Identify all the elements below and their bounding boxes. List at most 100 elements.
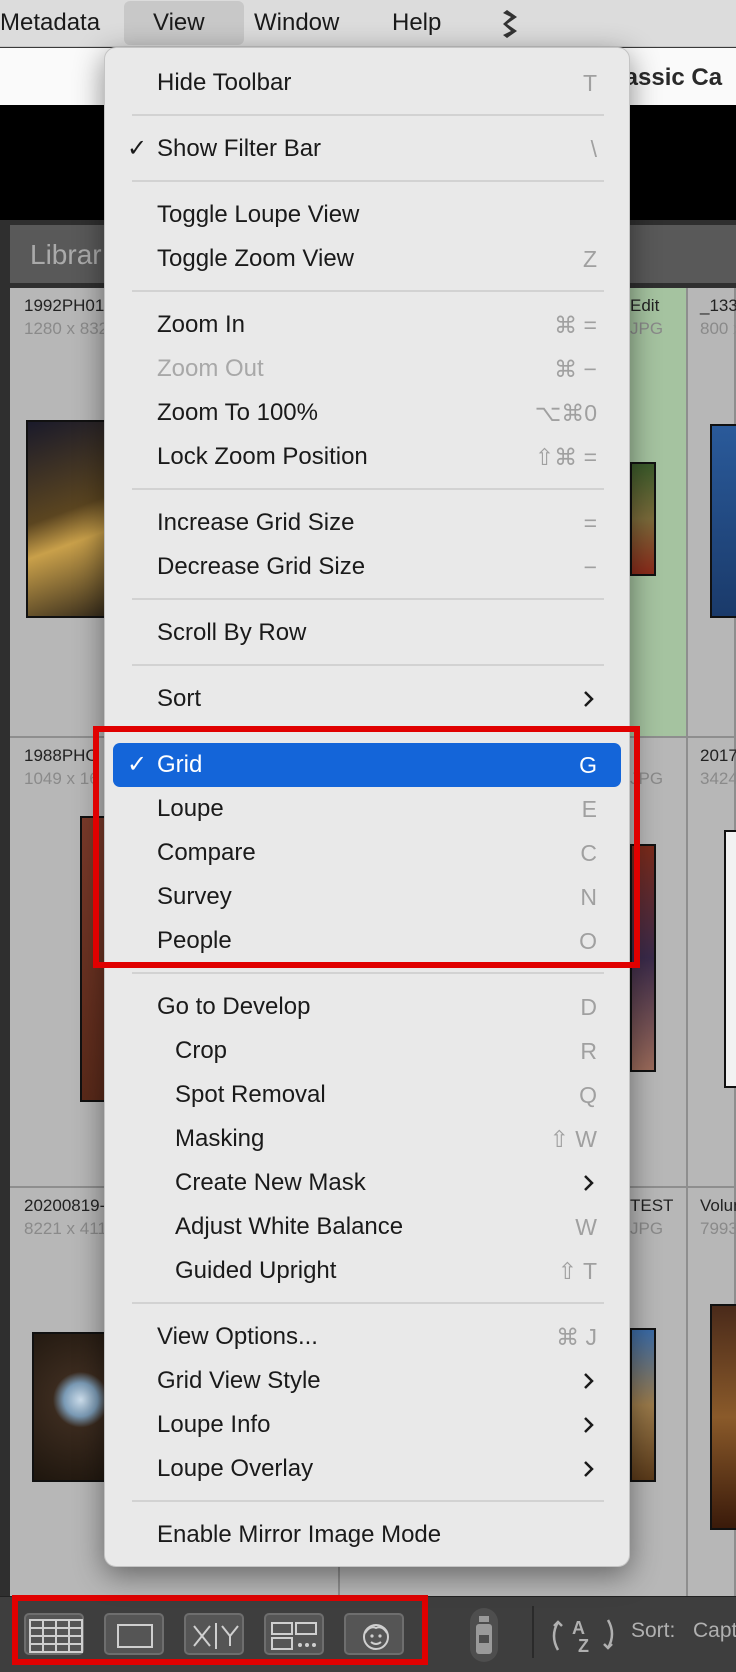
menu-item-label: Hide Toolbar xyxy=(157,69,292,96)
menu-item-scroll-by-row[interactable]: Scroll By Row xyxy=(113,611,621,655)
catalog-title: lassic Ca xyxy=(618,64,723,91)
menu-item-loupe-overlay[interactable]: Loupe Overlay xyxy=(113,1447,621,1491)
menu-item-label: Adjust White Balance xyxy=(175,1213,404,1240)
menu-item-zoom-to-100[interactable]: Zoom To 100% ⌥⌘0 xyxy=(113,391,621,435)
menu-item-lock-zoom-position[interactable]: Lock Zoom Position ⇧⌘ = xyxy=(113,435,621,479)
menubar-window[interactable]: Window xyxy=(254,0,339,47)
menu-item-shortcut: ⇧ W xyxy=(549,1126,597,1152)
library-panel-label: Librar xyxy=(30,239,102,270)
menu-item-label: Scroll By Row xyxy=(157,619,307,646)
cell-dimensions: JPG xyxy=(630,1219,664,1238)
menu-item-create-new-mask[interactable]: Create New Mask xyxy=(113,1161,621,1205)
menu-item-label: Show Filter Bar xyxy=(157,135,322,162)
menu-separator xyxy=(132,1500,604,1502)
menu-item-sort[interactable]: Sort xyxy=(113,677,621,721)
menu-item-toggle-zoom-view[interactable]: Toggle Zoom View Z xyxy=(113,237,621,281)
cell-dimensions: 800 x xyxy=(700,319,736,338)
chevron-right-icon xyxy=(584,691,594,707)
cell-filename: TEST xyxy=(630,1196,674,1215)
svg-text:Z: Z xyxy=(578,1636,589,1656)
cell-filename: 20200819- xyxy=(24,1196,106,1215)
cell-filename: _1330 xyxy=(700,296,736,315)
sort-value[interactable]: Capt xyxy=(693,1619,736,1643)
menu-item-shortcut: D xyxy=(580,994,597,1020)
menu-item-shortcut: − xyxy=(583,554,597,580)
menu-item-label: View Options... xyxy=(157,1323,318,1350)
photo-thumbnail[interactable] xyxy=(630,462,656,576)
photo-thumbnail[interactable] xyxy=(710,424,736,618)
menu-item-label: Loupe Overlay xyxy=(157,1455,314,1482)
sort-az-icon[interactable]: A Z xyxy=(548,1612,618,1658)
chevron-right-icon xyxy=(584,1175,594,1191)
sort-label: Sort: xyxy=(631,1619,676,1642)
menu-item-view-options[interactable]: View Options... ⌘ J xyxy=(113,1315,621,1359)
cell-dimensions: 1280 x 832 xyxy=(24,319,109,338)
menu-separator xyxy=(132,488,604,490)
cell-filename: 1988PHC xyxy=(24,746,98,765)
menu-item-shortcut: Q xyxy=(579,1082,597,1108)
toolbar-separator xyxy=(532,1606,534,1658)
grid-cell[interactable]: 20170 3424 xyxy=(688,738,736,1188)
cell-dimensions: 8221 x 411 xyxy=(24,1219,107,1238)
menu-item-crop[interactable]: Crop R xyxy=(113,1029,621,1073)
menu-item-adjust-white-balance[interactable]: Adjust White Balance W xyxy=(113,1205,621,1249)
cell-dimensions: 3424 xyxy=(700,769,736,788)
menu-item-go-to-develop[interactable]: Go to Develop D xyxy=(113,985,621,1029)
menu-item-show-filter-bar[interactable]: ✓ Show Filter Bar \ xyxy=(113,127,621,171)
menu-item-shortcut: ⌥⌘0 xyxy=(534,400,597,426)
menu-item-guided-upright[interactable]: Guided Upright ⇧ T xyxy=(113,1249,621,1293)
menu-item-shortcut: ⌘ J xyxy=(556,1324,597,1350)
menu-item-label: Go to Develop xyxy=(157,993,311,1020)
menu-item-shortcut: ⌘ = xyxy=(554,312,597,338)
menu-item-spot-removal[interactable]: Spot Removal Q xyxy=(113,1073,621,1117)
cell-dimensions: JPG xyxy=(630,319,664,338)
toolbar-annotation-box xyxy=(12,1595,428,1665)
grid-cell[interactable]: Volum 7993 xyxy=(688,1188,736,1638)
menu-separator xyxy=(132,598,604,600)
menu-item-hide-toolbar[interactable]: Hide Toolbar T xyxy=(113,61,621,105)
chevron-right-icon xyxy=(584,1461,594,1477)
menu-annotation-box xyxy=(93,726,640,968)
menu-separator xyxy=(132,972,604,974)
menu-separator xyxy=(132,664,604,666)
menubar-metadata[interactable]: Metadata xyxy=(0,0,100,47)
photo-thumbnail[interactable] xyxy=(630,1328,656,1482)
menu-item-zoom-in[interactable]: Zoom In ⌘ = xyxy=(113,303,621,347)
menubar: Metadata View Window Help xyxy=(0,0,736,47)
menu-item-label: Enable Mirror Image Mode xyxy=(157,1521,442,1548)
menu-separator xyxy=(132,180,604,182)
menu-item-label: Zoom To 100% xyxy=(157,399,318,426)
menu-item-label: Increase Grid Size xyxy=(157,509,355,536)
menu-item-label: Loupe Info xyxy=(157,1411,271,1438)
menu-item-toggle-loupe-view[interactable]: Toggle Loupe View xyxy=(113,193,621,237)
lightroom-icon[interactable] xyxy=(493,7,527,41)
menu-separator xyxy=(132,290,604,292)
menu-item-shortcut: Z xyxy=(582,246,597,272)
menu-item-label: Crop xyxy=(175,1037,228,1064)
menu-item-shortcut: = xyxy=(583,510,597,536)
menu-item-shortcut: W xyxy=(575,1214,597,1240)
menu-item-increase-grid-size[interactable]: Increase Grid Size = xyxy=(113,501,621,545)
spray-can-icon[interactable] xyxy=(464,1608,504,1662)
photo-thumbnail[interactable] xyxy=(724,830,736,1088)
photo-thumbnail[interactable] xyxy=(710,1304,736,1530)
menu-item-shortcut: T xyxy=(582,70,597,96)
menu-item-label: Decrease Grid Size xyxy=(157,553,366,580)
menu-item-label: Sort xyxy=(157,685,202,712)
chevron-right-icon xyxy=(584,1417,594,1433)
menubar-view[interactable]: View xyxy=(153,0,205,47)
menu-item-shortcut: R xyxy=(580,1038,597,1064)
grid-cell[interactable]: _1330 800 x xyxy=(688,288,736,738)
menu-item-label: Create New Mask xyxy=(175,1169,366,1196)
menu-item-decrease-grid-size[interactable]: Decrease Grid Size − xyxy=(113,545,621,589)
menu-item-masking[interactable]: Masking ⇧ W xyxy=(113,1117,621,1161)
menu-item-label: Toggle Loupe View xyxy=(157,201,360,228)
menubar-help[interactable]: Help xyxy=(392,0,441,47)
menu-item-label: Masking xyxy=(175,1125,265,1152)
menu-item-loupe-info[interactable]: Loupe Info xyxy=(113,1403,621,1447)
menu-item-enable-mirror-image-mode[interactable]: Enable Mirror Image Mode xyxy=(113,1513,621,1557)
menu-item-zoom-out: Zoom Out ⌘ − xyxy=(113,347,621,391)
menu-item-label: Grid View Style xyxy=(157,1367,321,1394)
photo-thumbnail[interactable] xyxy=(32,1332,114,1482)
menu-item-grid-view-style[interactable]: Grid View Style xyxy=(113,1359,621,1403)
